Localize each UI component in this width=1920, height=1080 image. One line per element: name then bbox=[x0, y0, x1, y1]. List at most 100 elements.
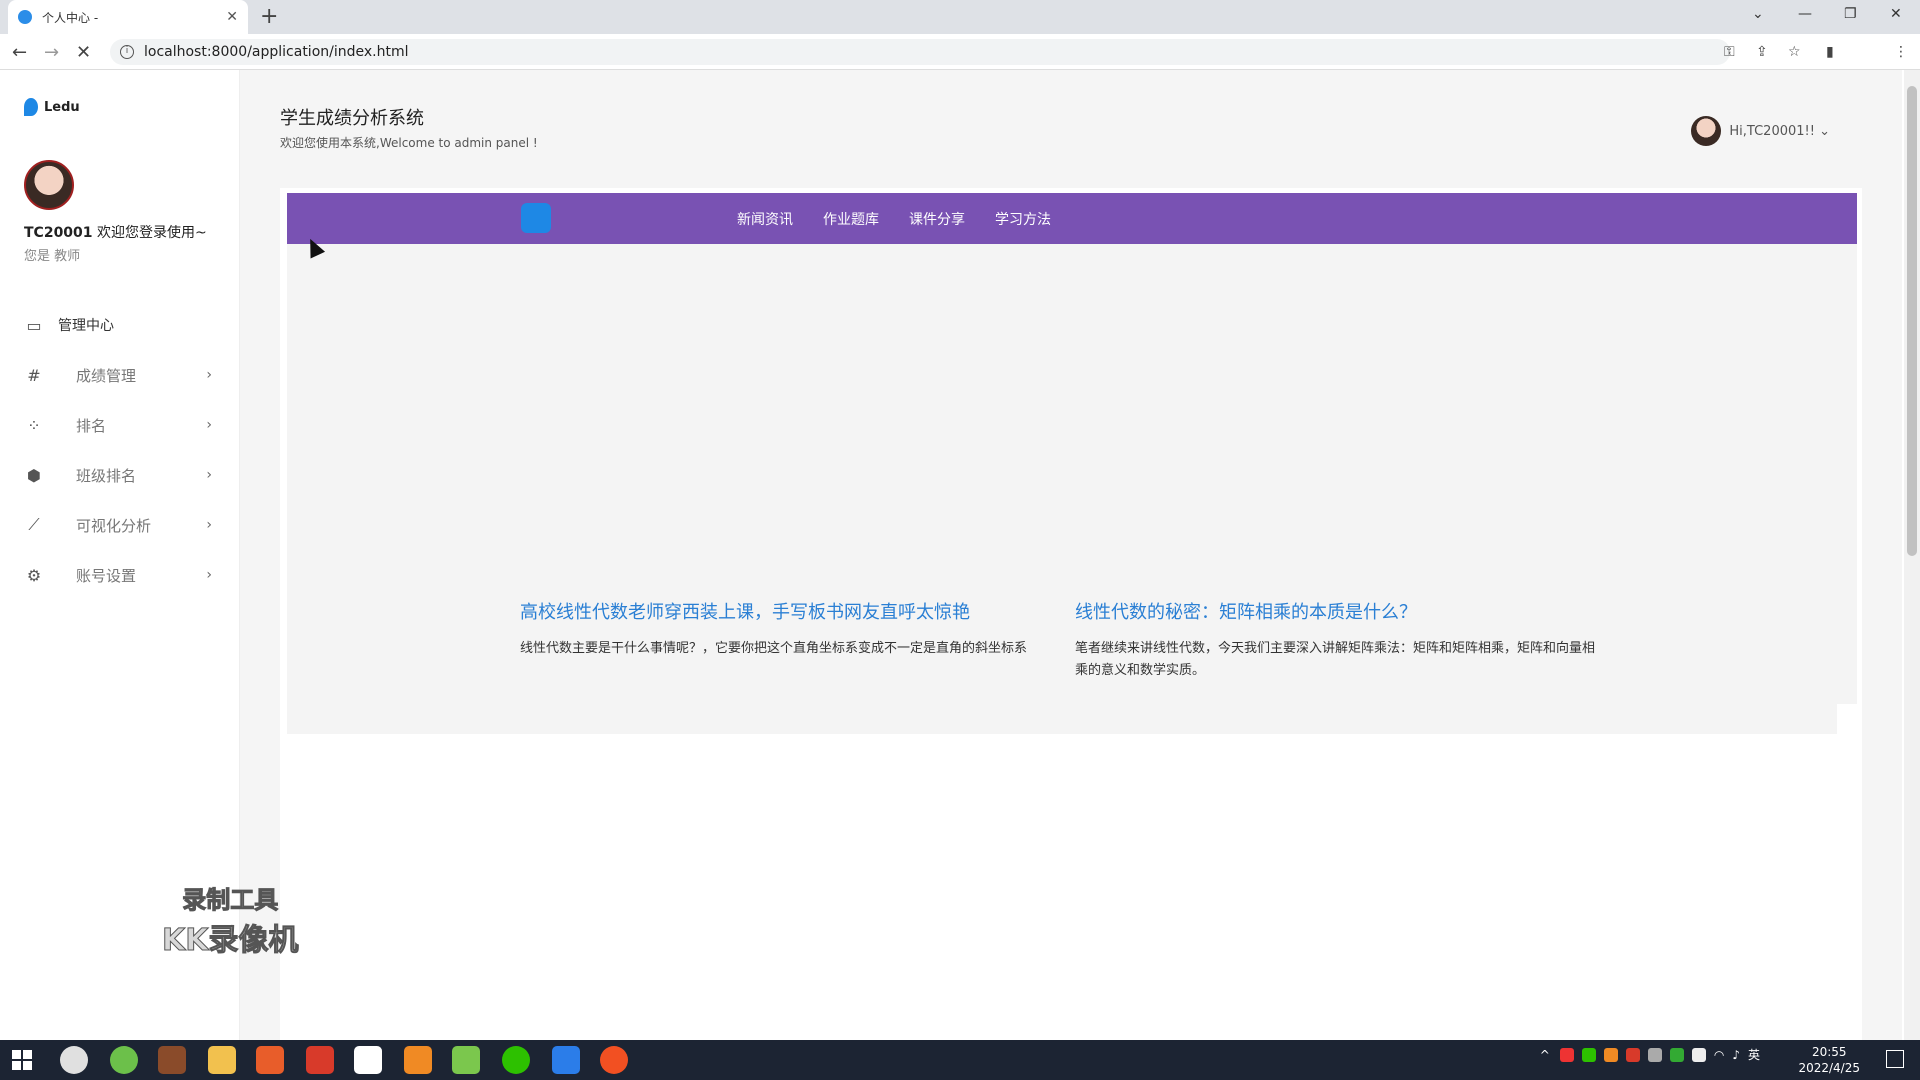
article-title-link[interactable]: 高校线性代数老师穿西装上课，手写板书网友直呼太惊艳 bbox=[520, 598, 1050, 624]
chevron-right-icon: › bbox=[206, 517, 212, 533]
file-explorer-icon[interactable] bbox=[208, 1046, 236, 1074]
chrome-taskbar-icon[interactable] bbox=[60, 1046, 88, 1074]
chevron-right-icon: › bbox=[206, 567, 212, 583]
app-taskbar-icon[interactable] bbox=[354, 1046, 382, 1074]
app-taskbar-icon[interactable] bbox=[158, 1046, 186, 1074]
main-area: 学生成绩分析系统 欢迎您使用本系统,Welcome to admin panel… bbox=[240, 70, 1902, 1040]
nav-link-study-methods[interactable]: 学习方法 bbox=[995, 209, 1051, 229]
app-taskbar-icon[interactable] bbox=[600, 1046, 628, 1074]
forward-icon[interactable]: → bbox=[44, 42, 59, 63]
tray-icon[interactable] bbox=[1603, 1047, 1618, 1062]
wps-icon[interactable] bbox=[306, 1046, 334, 1074]
page-scrollbar[interactable] bbox=[1904, 70, 1920, 1040]
site-nav-links: 新闻资讯 作业题库 课件分享 学习方法 bbox=[737, 193, 1081, 244]
watermark-line-1: 录制工具 bbox=[182, 886, 279, 915]
tray-icon[interactable] bbox=[1559, 1047, 1574, 1062]
address-toolbar: ← → ✕ i localhost:8000/application/index… bbox=[0, 34, 1920, 98]
chevron-up-icon[interactable]: ^ bbox=[1540, 1048, 1550, 1062]
article-title-link[interactable]: 线性代数的秘密：矩阵相乘的本质是什么？ bbox=[1075, 598, 1605, 624]
watermark-line-2: KK录像机 bbox=[162, 923, 299, 959]
site-logo-icon[interactable] bbox=[521, 203, 551, 233]
stop-loading-icon[interactable]: ✕ bbox=[76, 42, 91, 63]
nav-link-news[interactable]: 新闻资讯 bbox=[737, 209, 793, 229]
list-item: 高校线性代数老师穿西装上课，手写板书网友直呼太惊艳 线性代数主要是干什么事情呢？… bbox=[520, 598, 1050, 660]
scrollbar-thumb[interactable] bbox=[1907, 86, 1917, 556]
article-description: 线性代数主要是干什么事情呢？，它要你把这个直角坐标系变成不一定是直角的斜坐标系 bbox=[520, 641, 1028, 656]
restore-button[interactable]: ❐ bbox=[1844, 6, 1857, 22]
tray-icon[interactable] bbox=[1647, 1047, 1662, 1062]
sidebar-item-label: 排名 bbox=[76, 416, 107, 435]
notification-center-icon[interactable] bbox=[1886, 1050, 1904, 1068]
nav-link-homework[interactable]: 作业题库 bbox=[823, 209, 879, 229]
page-subtitle: 欢迎您使用本系统,Welcome to admin panel ! bbox=[280, 136, 538, 150]
key-icon[interactable]: ⚿ bbox=[1724, 44, 1735, 60]
list-item: 线性代数的秘密：矩阵相乘的本质是什么？ 笔者继续来讲线性代数，今天我们主要深入讲… bbox=[1075, 598, 1605, 682]
sidebar-item-ranking[interactable]: ⁘ 排名 › bbox=[0, 400, 240, 450]
ime-indicator[interactable]: 英 bbox=[1748, 1046, 1760, 1063]
tab-title: 个人中心 - bbox=[42, 10, 99, 25]
browser-tab[interactable]: 个人中心 - ✕ bbox=[8, 0, 248, 34]
back-icon[interactable]: ← bbox=[12, 42, 27, 63]
search-app-icon[interactable] bbox=[404, 1046, 432, 1074]
user-greeting: Hi,TC20001!! ⌄ bbox=[1729, 123, 1830, 139]
chevron-right-icon: › bbox=[206, 367, 212, 383]
clock-time: 20:55 bbox=[1811, 1045, 1847, 1059]
site-nav-bar: 新闻资讯 作业题库 课件分享 学习方法 bbox=[287, 193, 1857, 244]
qq-icon[interactable] bbox=[1691, 1047, 1706, 1062]
chevron-right-icon: › bbox=[206, 417, 212, 433]
notepad-icon[interactable] bbox=[452, 1046, 480, 1074]
user-menu[interactable]: Hi,TC20001!! ⌄ bbox=[1691, 116, 1830, 146]
close-tab-icon[interactable]: ✕ bbox=[226, 9, 238, 25]
minimize-button[interactable]: — bbox=[1798, 6, 1812, 22]
share-icon[interactable]: ⇪ bbox=[1756, 44, 1768, 60]
app-taskbar-icon[interactable] bbox=[110, 1046, 138, 1074]
clock-date: 2022/4/25 bbox=[1798, 1061, 1860, 1075]
tray-icon[interactable] bbox=[1669, 1047, 1684, 1062]
close-window-button[interactable]: ✕ bbox=[1890, 6, 1902, 22]
wifi-icon[interactable]: ◠ bbox=[1714, 1048, 1724, 1062]
sidebar-item-visualization[interactable]: ⟋ 可视化分析 › bbox=[0, 500, 240, 550]
site-info-icon[interactable]: i bbox=[120, 45, 134, 59]
taskbar: ^ ◠ ♪ 英 20:55 2022/4/25 bbox=[0, 1040, 1920, 1080]
tray-icon[interactable] bbox=[1625, 1047, 1640, 1062]
sidebar-item-class-ranking[interactable]: ⬢ 班级排名 › bbox=[0, 450, 240, 500]
sidebar-item-label: 班级排名 bbox=[76, 466, 137, 485]
site-favicon-icon bbox=[18, 10, 32, 24]
welcome-suffix: 欢迎您登录使用~ bbox=[96, 225, 207, 241]
recorder-watermark: 录制工具 KK录像机 bbox=[162, 880, 299, 959]
tab-search-icon[interactable]: ⌄ bbox=[1752, 6, 1764, 22]
volume-icon[interactable]: ♪ bbox=[1732, 1048, 1740, 1062]
nav-link-courseware[interactable]: 课件分享 bbox=[909, 209, 965, 229]
side-panel-icon[interactable]: ▮ bbox=[1826, 44, 1834, 60]
browser-tab-bar: 个人中心 - ✕ + ⌄ — ❐ ✕ bbox=[0, 0, 1920, 34]
sidebar-item-grades[interactable]: # 成绩管理 › bbox=[0, 350, 240, 400]
app-taskbar-icon[interactable] bbox=[552, 1046, 580, 1074]
user-id: TC20001 bbox=[24, 225, 93, 241]
welcome-text: TC20001 欢迎您登录使用~ bbox=[24, 222, 207, 242]
sidebar-item-label: 成绩管理 bbox=[76, 366, 137, 385]
content-frame: 新闻资讯 作业题库 课件分享 学习方法 高校线性代数老师穿西装上课，手写板书网友… bbox=[280, 188, 1862, 1040]
sidebar-item-label: 管理中心 bbox=[58, 318, 114, 334]
sidebar-menu: ▭ 管理中心 # 成绩管理 › ⁘ 排名 › ⬢ 班级排名 › ⟋ 可视化分析 … bbox=[0, 300, 240, 600]
clock[interactable]: 20:55 2022/4/25 bbox=[1798, 1044, 1860, 1076]
bookmark-star-icon[interactable]: ☆ bbox=[1788, 44, 1801, 60]
tray-icon[interactable] bbox=[1581, 1047, 1596, 1062]
app-taskbar-icon[interactable] bbox=[256, 1046, 284, 1074]
page-title: 学生成绩分析系统 bbox=[280, 108, 424, 129]
chart-line-icon: ⟋ bbox=[28, 515, 40, 534]
sidebar-item-dashboard[interactable]: ▭ 管理中心 bbox=[0, 300, 240, 350]
logo[interactable]: Ledu bbox=[24, 98, 80, 116]
article-description: 笔者继续来讲线性代数，今天我们主要深入讲解矩阵乘法：矩阵和矩阵相乘，矩阵和向量相… bbox=[1075, 641, 1596, 678]
sidebar-item-account-settings[interactable]: ⚙ 账号设置 › bbox=[0, 550, 240, 600]
logo-text: Ledu bbox=[44, 99, 80, 115]
avatar bbox=[1691, 116, 1722, 146]
chrome-menu-icon[interactable]: ⋮ bbox=[1894, 44, 1908, 60]
system-tray: ^ ◠ ♪ 英 bbox=[1540, 1046, 1760, 1063]
spinner-icon: ⁘ bbox=[27, 415, 41, 435]
wechat-icon[interactable] bbox=[502, 1046, 530, 1074]
url-bar[interactable]: i localhost:8000/application/index.html bbox=[110, 39, 1730, 65]
windows-start-icon[interactable] bbox=[12, 1050, 32, 1070]
hash-icon: # bbox=[27, 365, 41, 385]
new-tab-button[interactable]: + bbox=[260, 4, 278, 29]
sidebar-item-label: 账号设置 bbox=[76, 566, 137, 585]
